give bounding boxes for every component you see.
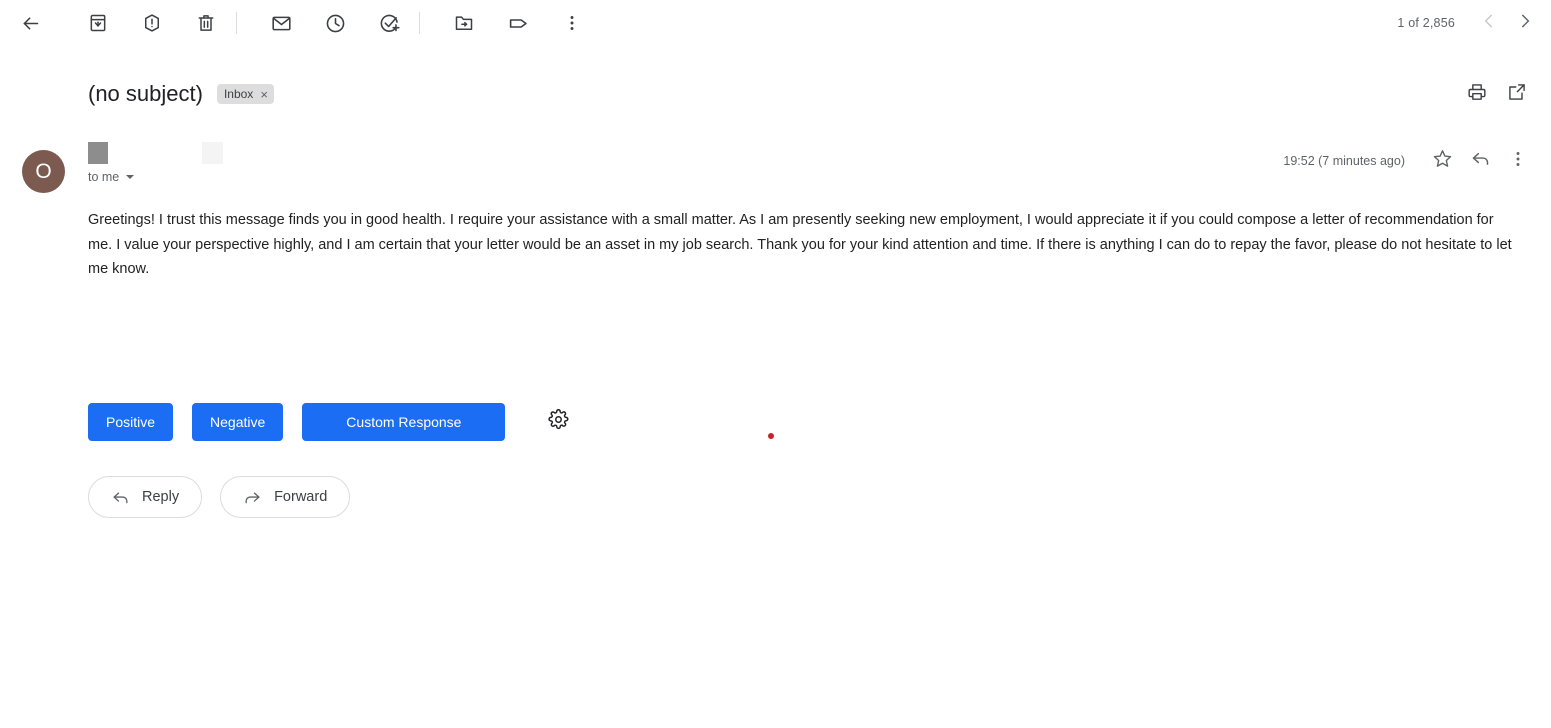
page-title: (no subject): [88, 81, 203, 106]
negative-response-button[interactable]: Negative: [192, 403, 284, 441]
reply-icon-button[interactable]: [1461, 142, 1499, 180]
sender-email-mask: [202, 142, 224, 164]
print-icon: [1467, 82, 1487, 107]
forward-arrow-icon: [243, 488, 274, 507]
sender-name-mask: [88, 142, 108, 164]
open-in-new-window-button[interactable]: [1497, 74, 1537, 114]
external-link-icon: [1507, 82, 1527, 107]
archive-button[interactable]: [78, 3, 118, 43]
recipient-toggle[interactable]: to me: [88, 170, 135, 184]
pager-next-button[interactable]: [1507, 5, 1543, 41]
back-to-inbox-icon: [20, 13, 41, 34]
positive-response-button[interactable]: Positive: [88, 403, 174, 441]
reply-forward-bar: Reply Forward: [88, 476, 368, 518]
subject-actions: [1457, 74, 1551, 114]
sender-name-redacted: [88, 142, 224, 164]
forward-button-label: Forward: [274, 489, 328, 505]
message-timestamp: 19:52 (7 minutes ago): [1283, 154, 1405, 168]
print-button[interactable]: [1457, 74, 1497, 114]
mark-unread-icon: [271, 13, 292, 34]
labels-button[interactable]: [498, 3, 538, 43]
message-body: Greetings! I trust this message finds yo…: [88, 212, 1512, 277]
gear-icon: [548, 409, 569, 435]
back-to-inbox-button[interactable]: [10, 3, 50, 43]
pager-count: 1 of 2,856: [1397, 16, 1455, 30]
report-spam-icon: [142, 13, 162, 33]
delete-button[interactable]: [186, 3, 226, 43]
delete-icon: [196, 13, 216, 33]
move-to-icon: [454, 13, 474, 33]
chevron-down-icon: [126, 175, 135, 179]
more-options-button[interactable]: [552, 3, 592, 43]
chevron-right-icon: [1516, 12, 1534, 35]
message-more-button[interactable]: [1499, 142, 1537, 180]
reply-arrow-icon: [1470, 148, 1491, 174]
archive-icon: [88, 13, 108, 33]
quick-response-bar: Positive Negative Custom Response: [88, 403, 774, 441]
sender-block: to me: [88, 142, 224, 184]
recipient-label: to me: [88, 170, 120, 184]
subject-row: (no subject) Inbox ×: [0, 68, 1551, 120]
message-meta: 19:52 (7 minutes ago): [1283, 142, 1537, 180]
message-header: O to me 19:52 (7 minutes ago): [0, 140, 1551, 202]
pager: 1 of 2,856: [1397, 5, 1551, 41]
move-to-button[interactable]: [444, 3, 484, 43]
close-icon[interactable]: ×: [260, 88, 268, 101]
add-to-tasks-button[interactable]: [369, 3, 409, 43]
settings-button[interactable]: [543, 407, 573, 437]
pager-previous-button[interactable]: [1471, 5, 1507, 41]
report-spam-button[interactable]: [132, 3, 172, 43]
mark-unread-button[interactable]: [261, 3, 301, 43]
cursor-marker-dot: [768, 433, 774, 439]
chevron-left-icon: [1480, 12, 1498, 35]
more-icon: [1508, 149, 1528, 174]
toolbar-separator-1: [236, 12, 237, 34]
label-chip-text: Inbox: [223, 87, 254, 101]
avatar[interactable]: O: [22, 150, 65, 193]
top-toolbar: 1 of 2,856: [0, 0, 1551, 46]
snooze-icon: [325, 13, 346, 34]
reply-button[interactable]: Reply: [88, 476, 203, 518]
star-button[interactable]: [1423, 142, 1461, 180]
toolbar-separator-2: [419, 12, 420, 34]
avatar-initial: O: [35, 160, 52, 183]
label-chip-inbox[interactable]: Inbox ×: [216, 84, 274, 104]
forward-button[interactable]: Forward: [220, 476, 351, 518]
reply-arrow-icon: [111, 488, 142, 507]
snooze-button[interactable]: [315, 3, 355, 43]
reply-button-label: Reply: [142, 489, 180, 505]
labels-icon: [508, 13, 529, 34]
custom-response-button[interactable]: Custom Response: [302, 403, 506, 441]
add-to-tasks-icon: [379, 13, 400, 34]
star-icon: [1432, 148, 1453, 174]
more-icon: [562, 13, 582, 33]
